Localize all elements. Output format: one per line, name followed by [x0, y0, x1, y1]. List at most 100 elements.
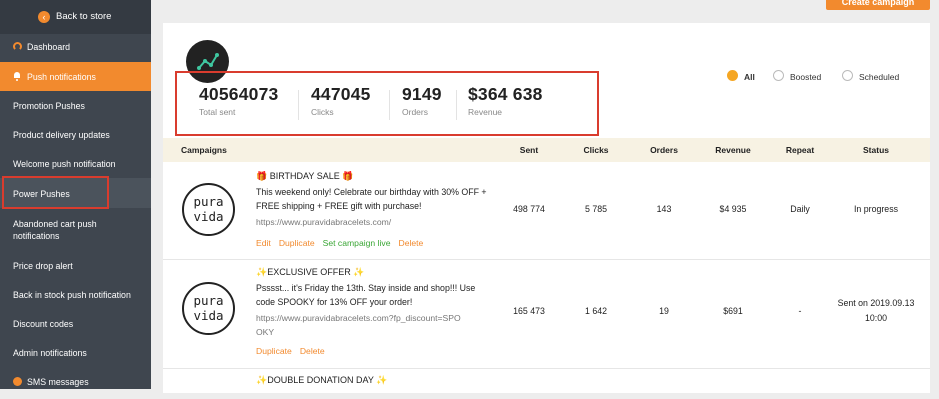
campaign-title: ✨DOUBLE DONATION DAY ✨ [256, 375, 388, 385]
stat-label: Total sent [199, 107, 236, 117]
delete-link[interactable]: Delete [398, 238, 423, 248]
stats-bar: 40564073 Total sent 447045 Clicks 9149 O… [199, 84, 553, 124]
duplicate-link[interactable]: Duplicate [256, 346, 292, 356]
campaign-title: 🎁 BIRTHDAY SALE 🎁 [256, 171, 354, 181]
filter-label: Scheduled [859, 72, 900, 82]
delete-link[interactable]: Delete [300, 346, 325, 356]
stat-total-sent: 40564073 Total sent [199, 84, 278, 124]
campaign-description: This weekend only! Celebrate our birthda… [256, 187, 487, 211]
create-campaign-button[interactable]: Create campaign [826, 0, 930, 10]
cell-clicks: 5 785 [584, 204, 608, 214]
campaign-url: https://www.puravidabracelets.com/ [256, 217, 392, 227]
sidebar-item-discount-codes[interactable]: Discount codes [0, 318, 151, 330]
col-campaigns: Campaigns [181, 145, 227, 155]
cell-sent: 165 473 [513, 306, 545, 316]
back-to-store-link[interactable]: ‹ Back to store [0, 0, 151, 34]
stat-value: 9149 [402, 84, 442, 104]
cell-repeat: - [798, 306, 802, 316]
cell-sent: 498 774 [513, 204, 545, 214]
duplicate-link[interactable]: Duplicate [279, 238, 315, 248]
stat-divider [298, 90, 299, 120]
sidebar-item-push-notifications[interactable]: Push notifications [0, 62, 151, 91]
chevron-left-icon: ‹ [38, 11, 50, 23]
stat-value: 447045 [311, 84, 371, 104]
brand-logo-bottom: vida [193, 209, 224, 224]
stat-value: $364 638 [468, 84, 543, 104]
table-header: Campaigns Sent Clicks Orders Revenue Rep… [163, 138, 930, 162]
radio-dot [842, 70, 853, 81]
radio-dot [773, 70, 784, 81]
sms-icon [13, 377, 22, 386]
col-repeat: Repeat [785, 145, 815, 155]
cell-status: In progress [853, 204, 899, 214]
table-row[interactable]: pura vida ✨EXCLUSIVE OFFER ✨ Psssst... i… [163, 260, 930, 369]
cell-revenue: $691 [723, 306, 743, 316]
sidebar-item-price-drop-alert[interactable]: Price drop alert [0, 260, 151, 272]
sidebar-item-promotion-pushes[interactable]: Promotion Pushes [0, 100, 151, 112]
row-actions: Duplicate Delete [256, 346, 333, 356]
col-sent: Sent [519, 145, 539, 155]
sidebar-item-label: Admin notifications [13, 348, 87, 358]
brand-logo: pura vida [182, 183, 235, 236]
cell-revenue: $4 935 [719, 204, 747, 214]
bell-icon [13, 72, 22, 81]
sidebar-item-sms-messages[interactable]: SMS messages [0, 376, 151, 388]
gauge-icon [13, 42, 22, 51]
stat-label: Clicks [311, 107, 334, 117]
edit-link[interactable]: Edit [256, 238, 271, 248]
row-actions: Edit Duplicate Set campaign live Delete [256, 238, 431, 248]
radio-dot [727, 70, 738, 81]
brand-logo: pura vida [182, 282, 235, 335]
brand-logo-bottom: vida [193, 308, 224, 323]
table-row[interactable]: pura vida 🎁 BIRTHDAY SALE 🎁 This weekend… [163, 162, 930, 260]
cell-orders: 19 [659, 306, 669, 316]
table-row[interactable]: ✨DOUBLE DONATION DAY ✨ [163, 369, 930, 399]
trend-line-icon [197, 53, 219, 70]
stat-value: 40564073 [199, 84, 279, 104]
sidebar-item-back-in-stock[interactable]: Back in stock push notification [0, 289, 151, 301]
campaign-description: Psssst... it's Friday the 13th. Stay ins… [256, 283, 476, 307]
sidebar-item-abandoned-cart[interactable]: Abandoned cart push notifications [0, 218, 151, 242]
sidebar: ‹ Back to store Dashboard Push notificat… [0, 0, 151, 389]
sidebar-item-product-delivery-updates[interactable]: Product delivery updates [0, 129, 151, 141]
sidebar-item-label: SMS messages [27, 377, 89, 387]
stat-label: Orders [402, 107, 428, 117]
brand-logo-top: pura [193, 194, 224, 209]
stat-clicks: 447045 Clicks [311, 84, 371, 124]
stat-divider [389, 90, 390, 120]
col-orders: Orders [650, 145, 678, 155]
filter-label: Boosted [790, 72, 822, 82]
sidebar-item-label: Push notifications [27, 72, 96, 82]
cell-repeat: Daily [790, 204, 810, 214]
stat-orders: 9149 Orders [402, 84, 442, 124]
sidebar-item-power-pushes[interactable]: Power Pushes [0, 178, 151, 208]
cell-orders: 143 [656, 204, 672, 214]
campaign-title: ✨EXCLUSIVE OFFER ✨ [256, 267, 365, 277]
sidebar-item-label: Dashboard [27, 42, 71, 52]
chart-logo [186, 40, 229, 83]
sidebar-item-welcome-push[interactable]: Welcome push notification [0, 158, 151, 170]
sidebar-item-dashboard[interactable]: Dashboard [0, 41, 151, 53]
col-status: Status [863, 145, 889, 155]
back-to-store-label: Back to store [56, 11, 112, 22]
sidebar-item-label: Power Pushes [13, 189, 70, 199]
sidebar-item-label: Abandoned cart push notifications [13, 219, 97, 241]
sidebar-item-label: Back in stock push notification [13, 290, 131, 300]
sidebar-item-label: Discount codes [13, 319, 74, 329]
filter-label: All [744, 72, 755, 82]
campaign-url: https://www.puravidabracelets.com?fp_dis… [256, 313, 461, 337]
stat-revenue: $364 638 Revenue [468, 84, 543, 124]
stat-divider [456, 90, 457, 120]
cell-clicks: 1 642 [584, 306, 608, 316]
col-revenue: Revenue [715, 145, 751, 155]
set-campaign-live-link[interactable]: Set campaign live [323, 238, 391, 248]
sidebar-item-label: Price drop alert [13, 261, 73, 271]
col-clicks: Clicks [583, 145, 609, 155]
sidebar-item-label: Product delivery updates [13, 130, 110, 140]
cell-status: Sent on 2019.09.13 10:00 [837, 298, 915, 323]
sidebar-item-admin-notifications[interactable]: Admin notifications [0, 347, 151, 359]
sidebar-item-label: Promotion Pushes [13, 101, 85, 111]
brand-logo-top: pura [193, 293, 224, 308]
stat-label: Revenue [468, 107, 503, 117]
campaigns-panel: 40564073 Total sent 447045 Clicks 9149 O… [163, 23, 930, 393]
